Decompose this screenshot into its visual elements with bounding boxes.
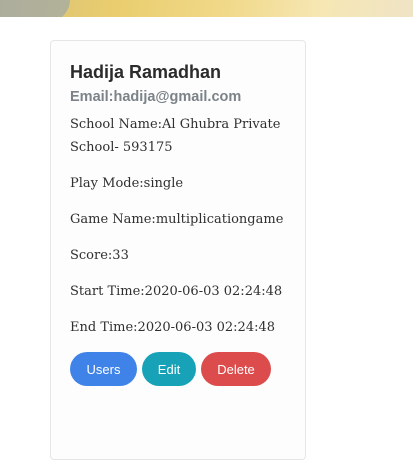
start-time: Start Time:2020-06-03 02:24:48 (70, 284, 283, 299)
action-buttons: Users Edit Delete (70, 352, 286, 386)
users-button[interactable]: Users (70, 352, 137, 386)
school-name: School Name:Al Ghubra Private School- 59… (70, 117, 281, 155)
game-name: Game Name:multiplicationgame (70, 212, 284, 227)
score: Score:33 (70, 248, 129, 263)
end-time: End Time:2020-06-03 02:24:48 (70, 320, 276, 335)
play-mode: Play Mode:single (70, 176, 184, 191)
delete-button[interactable]: Delete (201, 352, 271, 386)
player-score-card: Hadija Ramadhan Email:hadija@gmail.com S… (50, 40, 306, 460)
edit-button[interactable]: Edit (142, 352, 196, 386)
player-email: Email:hadija@gmail.com (70, 89, 242, 105)
player-name: Hadija Ramadhan (70, 62, 222, 82)
header-banner-image (0, 0, 413, 17)
